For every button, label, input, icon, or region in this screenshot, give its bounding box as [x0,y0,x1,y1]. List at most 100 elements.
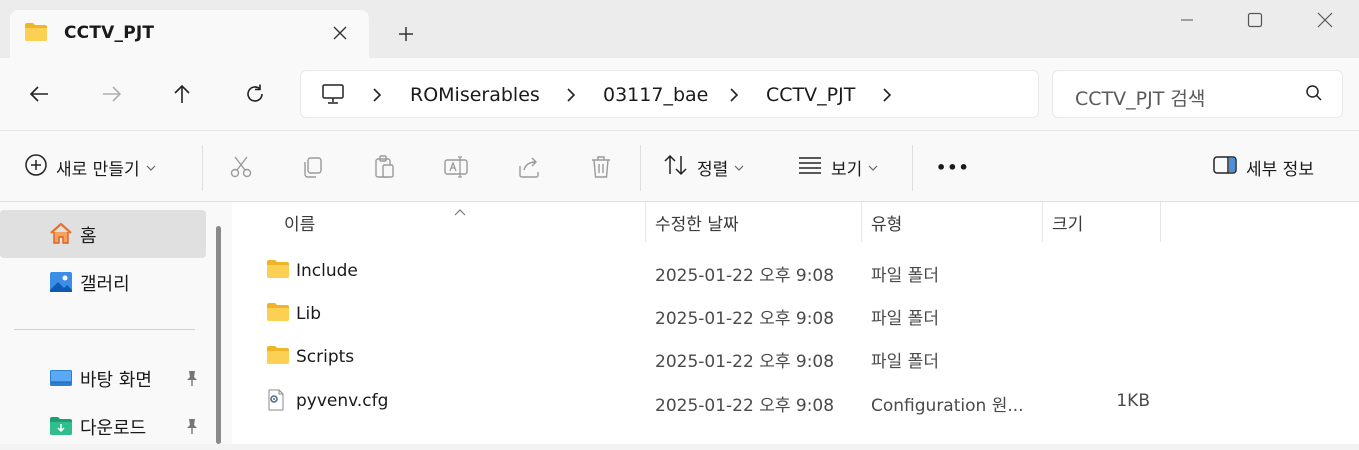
file-row[interactable]: pyvenv.cfg 2025-01-22 오후 9:08 Configurat… [232,380,1359,423]
gallery-icon [48,270,74,294]
breadcrumb-03117-bae[interactable]: 03117_bae [603,84,708,106]
breadcrumb-romiserables[interactable]: ROMiserables [410,84,540,106]
file-name: Lib [296,304,321,324]
details-pane-button[interactable]: 세부 정보 [1212,151,1314,183]
back-arrow-icon[interactable] [24,79,54,109]
toolbar-divider [640,145,641,191]
file-list: 이름 수정한 날짜 유형 크기 Include 2025-01-22 오후 9:… [232,202,1359,444]
file-name: pyvenv.cfg [296,391,389,411]
file-date: 2025-01-22 오후 9:08 [655,396,835,416]
chevron-right-icon[interactable] [369,85,385,105]
config-file-icon [266,389,286,416]
sort-icon [663,153,689,182]
file-row[interactable]: Lib 2025-01-22 오후 9:08 파일 폴더 [232,293,1359,336]
close-window-icon[interactable] [1302,6,1348,34]
close-tab-icon[interactable] [328,21,352,45]
home-icon [48,222,74,246]
toolbar-divider [202,145,203,191]
sidebar-item-downloads[interactable]: 다운로드 [0,402,206,450]
file-type: Configuration 원... [871,396,1024,416]
chevron-down-icon [734,157,744,177]
file-date: 2025-01-22 오후 9:08 [655,309,835,329]
desktop-folder-icon [48,366,74,390]
sidebar-item-gallery[interactable]: 갤러리 [0,258,206,306]
column-header-name[interactable]: 이름 [284,202,315,242]
up-arrow-icon[interactable] [167,79,197,109]
file-name: Include [296,261,358,281]
forward-arrow-icon[interactable] [97,79,127,109]
tab-cctv-pjt[interactable]: CCTV_PJT [10,10,369,58]
address-bar[interactable]: ROMiserables 03117_bae CCTV_PJT [300,70,1039,118]
refresh-icon[interactable] [240,79,270,109]
new-label: 새로 만들기 [56,159,140,180]
chevron-down-icon [868,157,878,177]
plus-circle-icon [24,153,48,182]
sidebar-item-label: 다운로드 [80,418,147,439]
delete-icon[interactable] [588,151,614,183]
navigation-bar: ROMiserables 03117_bae CCTV_PJT CCTV_PJT… [0,58,1359,130]
file-type: 파일 폴더 [871,352,939,372]
title-bar: CCTV_PJT [0,0,1359,58]
file-date: 2025-01-22 오후 9:08 [655,266,835,286]
file-size: 1KB [1116,391,1150,411]
view-label: 보기 [831,159,863,180]
column-header-modified[interactable]: 수정한 날짜 [655,202,739,242]
sort-button[interactable]: 정렬 [663,151,744,183]
search-placeholder: CCTV_PJT 검색 [1075,88,1206,110]
column-header-size[interactable]: 크기 [1052,202,1083,242]
column-divider[interactable] [1160,202,1161,242]
file-type: 파일 폴더 [871,266,939,286]
copy-icon[interactable] [300,151,326,183]
column-divider[interactable] [1042,202,1043,242]
tab-title: CCTV_PJT [64,23,155,43]
sidebar-item-label: 바탕 화면 [80,370,152,391]
sidebar-item-home[interactable]: 홈 [0,210,206,258]
sidebar-item-label: 갤러리 [80,274,130,295]
rename-icon[interactable] [443,151,471,183]
navigation-pane: 홈 갤러리 바탕 화면 다운로드 [0,202,232,444]
minimize-icon[interactable] [1164,6,1210,34]
chevron-right-icon[interactable] [879,85,895,105]
chevron-right-icon[interactable] [726,85,742,105]
folder-icon [266,345,290,370]
share-icon[interactable] [516,151,542,183]
command-toolbar: 새로 만들기 정렬 보기 ••• 세부 정보 [0,130,1359,202]
file-date: 2025-01-22 오후 9:08 [655,352,835,372]
details-pane-icon [1212,154,1238,181]
folder-icon [24,22,48,46]
file-type: 파일 폴더 [871,309,939,329]
search-icon[interactable] [1305,84,1323,106]
maximize-icon[interactable] [1232,6,1278,34]
toolbar-divider [912,145,913,191]
sort-label: 정렬 [697,159,729,180]
computer-icon[interactable] [321,83,345,109]
cut-icon[interactable] [228,151,254,183]
details-label: 세부 정보 [1246,159,1314,180]
sidebar-scrollbar[interactable] [216,226,221,444]
new-button[interactable]: 새로 만들기 [24,151,156,183]
file-row[interactable]: Scripts 2025-01-22 오후 9:08 파일 폴더 [232,336,1359,379]
file-name: Scripts [296,347,355,367]
column-header-type[interactable]: 유형 [871,202,902,242]
folder-icon [266,259,290,284]
sidebar-divider [14,329,195,330]
folder-icon [266,302,290,327]
chevron-down-icon [146,157,156,177]
more-options-button[interactable]: ••• [936,151,970,183]
breadcrumb-cctv-pjt[interactable]: CCTV_PJT [766,84,855,106]
search-input[interactable]: CCTV_PJT 검색 [1052,70,1343,118]
pin-icon[interactable] [184,369,200,392]
view-list-icon [797,154,823,181]
view-button[interactable]: 보기 [797,151,878,183]
column-divider[interactable] [645,202,646,242]
new-tab-button[interactable] [392,20,420,48]
chevron-right-icon[interactable] [563,85,579,105]
sidebar-item-desktop[interactable]: 바탕 화면 [0,354,206,402]
downloads-folder-icon [48,414,74,438]
column-divider[interactable] [861,202,862,242]
file-row[interactable]: Include 2025-01-22 오후 9:08 파일 폴더 [232,250,1359,293]
sidebar-item-label: 홈 [80,226,97,247]
pin-icon[interactable] [184,417,200,440]
paste-icon[interactable] [372,151,398,183]
sort-ascending-icon [454,202,466,221]
